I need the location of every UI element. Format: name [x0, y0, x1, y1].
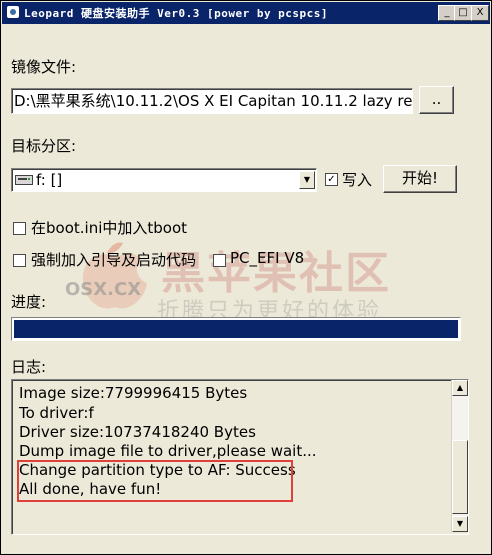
drive-icon	[15, 175, 33, 185]
browse-button[interactable]: ..	[419, 86, 454, 114]
progress-bar	[11, 317, 461, 341]
log-scrollbar[interactable]: ▲ ▼	[451, 380, 468, 532]
watermark-domain: OSX.CX	[65, 279, 142, 300]
scroll-thumb[interactable]	[452, 440, 468, 514]
log-label: 日志:	[11, 358, 47, 376]
target-partition-value: f: []	[36, 171, 63, 189]
tboot-checkbox[interactable]	[13, 222, 26, 235]
image-file-label: 镜像文件:	[11, 58, 77, 76]
force-boot-checkbox[interactable]	[13, 254, 26, 267]
log-line: Driver size:10737418240 Bytes	[19, 423, 256, 441]
window-title: Leopard 硬盘安装助手 Ver0.3 [power by pcspcs]	[24, 7, 329, 20]
maximize-button[interactable]: □	[454, 5, 472, 21]
close-button[interactable]: X	[471, 5, 489, 21]
highlight-box	[17, 460, 293, 502]
progress-fill	[14, 320, 458, 338]
scroll-up-icon[interactable]: ▲	[452, 380, 468, 396]
progress-label: 进度:	[11, 293, 47, 311]
tboot-label: 在boot.ini中加入tboot	[31, 219, 188, 237]
log-line: Dump image file to driver,please wait...	[19, 442, 317, 460]
log-output[interactable]: Image size:7799996415 Bytes To driver:f …	[11, 379, 469, 535]
chevron-down-icon[interactable]: ▼	[299, 171, 315, 189]
write-checkbox[interactable]: ✓	[325, 173, 338, 186]
title-bar[interactable]: Leopard 硬盘安装助手 Ver0.3 [power by pcspcs] …	[2, 2, 490, 24]
pc-efi-label: PC_EFI V8	[230, 249, 305, 267]
log-line: Image size:7799996415 Bytes	[19, 384, 248, 402]
write-label: 写入	[342, 171, 373, 189]
force-boot-label: 强制加入引导及启动代码	[31, 251, 197, 269]
image-file-path-field[interactable]: D:\黑苹果系统\10.11.2\OS X EI Capitan 10.11.2…	[11, 88, 413, 114]
app-window: Leopard 硬盘安装助手 Ver0.3 [power by pcspcs] …	[0, 0, 492, 555]
image-file-path-text: D:\黑苹果系统\10.11.2\OS X EI Capitan 10.11.2…	[14, 92, 413, 110]
target-partition-select[interactable]: f: [] ▼	[11, 168, 317, 192]
watermark-logo-icon	[82, 242, 147, 309]
app-icon	[7, 6, 19, 18]
target-partition-label: 目标分区:	[11, 137, 77, 155]
start-button[interactable]: 开始!	[383, 165, 457, 193]
pc-efi-checkbox[interactable]	[213, 254, 226, 267]
scroll-down-icon[interactable]: ▼	[452, 516, 468, 532]
log-line: To driver:f	[19, 404, 94, 422]
